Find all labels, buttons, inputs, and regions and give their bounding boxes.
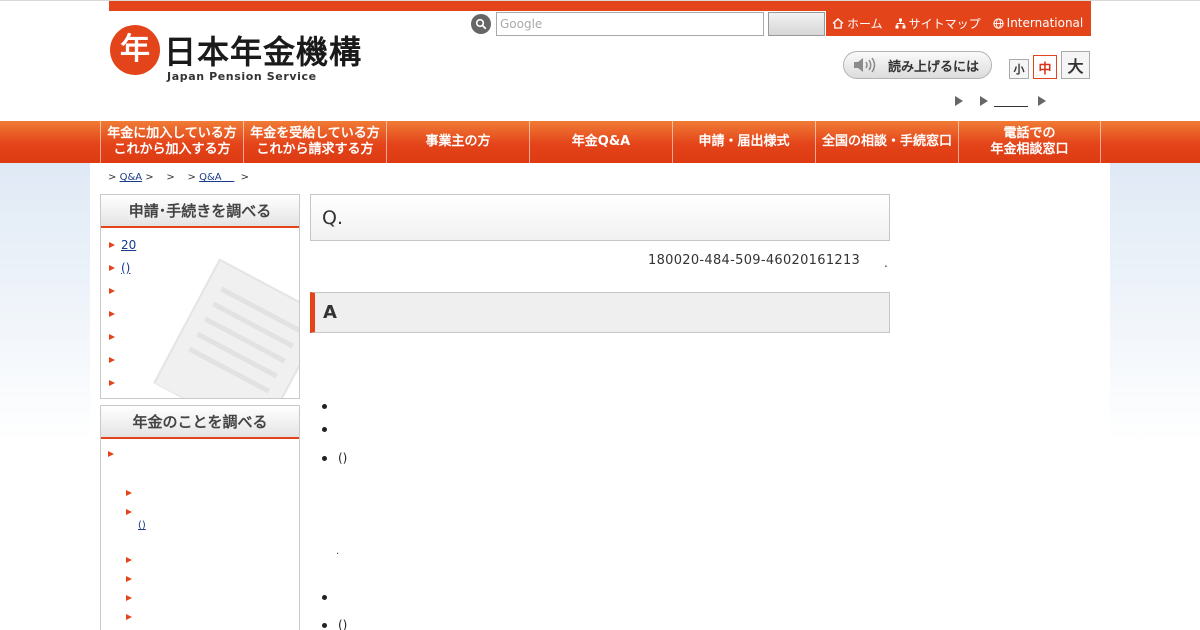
question-label: Q. bbox=[322, 206, 343, 229]
font-size-small-button[interactable]: 小 bbox=[1009, 59, 1029, 79]
arrow-right-icon bbox=[108, 451, 114, 457]
list-item[interactable]: 20 bbox=[101, 233, 299, 256]
background-left bbox=[0, 162, 90, 630]
utility-links: ホーム サイトマップ International bbox=[832, 13, 1083, 33]
question-number: 180020-484-509-46020161213 bbox=[648, 253, 861, 268]
site-logo[interactable]: 年 日本年金機構 Japan Pension Service bbox=[110, 25, 390, 87]
speaker-icon bbox=[854, 57, 876, 73]
list-item[interactable] bbox=[101, 302, 299, 325]
sitemap-link[interactable]: サイトマップ bbox=[895, 15, 981, 32]
sidebar-pension-info-heading: 年金のことを調べる bbox=[101, 406, 299, 439]
small-text: . bbox=[336, 546, 340, 557]
font-size-medium-button[interactable]: 中 bbox=[1033, 55, 1057, 79]
list-item[interactable] bbox=[101, 279, 299, 302]
logo-name: 日本年金機構 bbox=[164, 33, 363, 71]
breadcrumb-qa-link[interactable]: Q&A bbox=[120, 172, 143, 183]
triangle-right-icon bbox=[955, 96, 963, 106]
search-button[interactable] bbox=[768, 12, 825, 36]
nav-item-recipients[interactable]: 年金を受給している方 これから請求する方 bbox=[243, 121, 386, 163]
arrow-right-icon bbox=[126, 557, 132, 563]
global-nav: 年金に加入している方 これから加入する方 年金を受給している方 これから請求する… bbox=[100, 121, 1101, 163]
question-number-trail: . bbox=[884, 256, 888, 270]
globe-icon bbox=[993, 17, 1004, 29]
breadcrumb-separator: > bbox=[108, 172, 117, 183]
language-link[interactable] bbox=[994, 95, 1028, 107]
list-item[interactable] bbox=[126, 490, 132, 496]
list-item[interactable] bbox=[101, 348, 299, 371]
sidebar-procedures-list: 20 () bbox=[101, 228, 299, 394]
list-item[interactable] bbox=[126, 614, 132, 620]
list-item[interactable] bbox=[126, 557, 132, 563]
sidebar-procedures-heading: 申請･手続きを調べる bbox=[101, 195, 299, 228]
list-item[interactable] bbox=[126, 595, 132, 601]
nav-item-phone-consultation[interactable]: 電話での 年金相談窓口 bbox=[958, 121, 1101, 163]
list-item[interactable] bbox=[126, 509, 132, 515]
arrow-right-icon bbox=[126, 595, 132, 601]
list-item bbox=[322, 595, 338, 600]
triangle-right-icon bbox=[980, 96, 988, 106]
background-right bbox=[1110, 162, 1200, 630]
arrow-right-icon bbox=[126, 490, 132, 496]
list-item[interactable] bbox=[126, 576, 132, 582]
arrow-right-icon bbox=[109, 379, 115, 386]
breadcrumb-qa-category-link[interactable]: Q&A bbox=[199, 172, 234, 183]
arrow-right-icon bbox=[126, 614, 132, 620]
home-link[interactable]: ホーム bbox=[832, 15, 883, 32]
arrow-right-icon bbox=[109, 264, 115, 271]
breadcrumb-separator: > bbox=[240, 172, 250, 183]
list-item[interactable] bbox=[101, 325, 299, 348]
nav-item-employers[interactable]: 事業主の方 bbox=[386, 121, 529, 163]
list-item-link[interactable]: () bbox=[138, 520, 146, 531]
search-input[interactable] bbox=[496, 12, 764, 36]
answer-heading: A bbox=[310, 292, 890, 333]
arrow-right-icon bbox=[126, 509, 132, 515]
logo-subtitle: Japan Pension Service bbox=[167, 70, 317, 83]
sidebar-procedures: 申請･手続きを調べる 20 () bbox=[100, 194, 300, 399]
arrow-right-icon bbox=[109, 241, 115, 248]
nav-item-insured[interactable]: 年金に加入している方 これから加入する方 bbox=[100, 121, 243, 163]
list-item bbox=[322, 404, 338, 409]
list-item[interactable] bbox=[108, 451, 114, 457]
question-heading: Q. bbox=[310, 194, 890, 241]
arrow-right-icon bbox=[109, 356, 115, 363]
readaloud-button[interactable]: 読み上げるには bbox=[843, 51, 992, 79]
arrow-right-icon bbox=[109, 310, 115, 317]
triangle-right-icon bbox=[1038, 96, 1046, 106]
nav-item-forms[interactable]: 申請・届出様式 bbox=[672, 121, 815, 163]
international-link[interactable]: International bbox=[993, 16, 1083, 30]
arrow-right-icon bbox=[109, 333, 115, 340]
list-item[interactable] bbox=[101, 371, 299, 394]
breadcrumb: > Q&A > > > Q&A > bbox=[108, 172, 249, 183]
list-item bbox=[322, 427, 338, 432]
home-icon bbox=[832, 17, 844, 29]
breadcrumb-separator: > bbox=[145, 172, 154, 183]
sitemap-icon bbox=[895, 18, 906, 28]
list-item: () bbox=[322, 451, 347, 465]
list-item: () bbox=[322, 618, 347, 630]
breadcrumb-separator: > bbox=[166, 172, 175, 183]
sidebar-pension-info: 年金のことを調べる () bbox=[100, 405, 300, 630]
list-item[interactable]: () bbox=[101, 256, 299, 279]
arrow-right-icon bbox=[126, 576, 132, 582]
nav-item-offices[interactable]: 全国の相談・手続窓口 bbox=[815, 121, 958, 163]
answer-label: A bbox=[323, 302, 337, 323]
nav-item-qa[interactable]: 年金Q&A bbox=[529, 121, 672, 163]
font-size-large-button[interactable]: 大 bbox=[1061, 51, 1090, 79]
logo-mark-icon: 年 bbox=[110, 25, 160, 75]
language-row bbox=[955, 95, 1046, 107]
search-icon bbox=[471, 14, 491, 34]
breadcrumb-separator: > bbox=[187, 172, 196, 183]
arrow-right-icon bbox=[109, 287, 115, 294]
